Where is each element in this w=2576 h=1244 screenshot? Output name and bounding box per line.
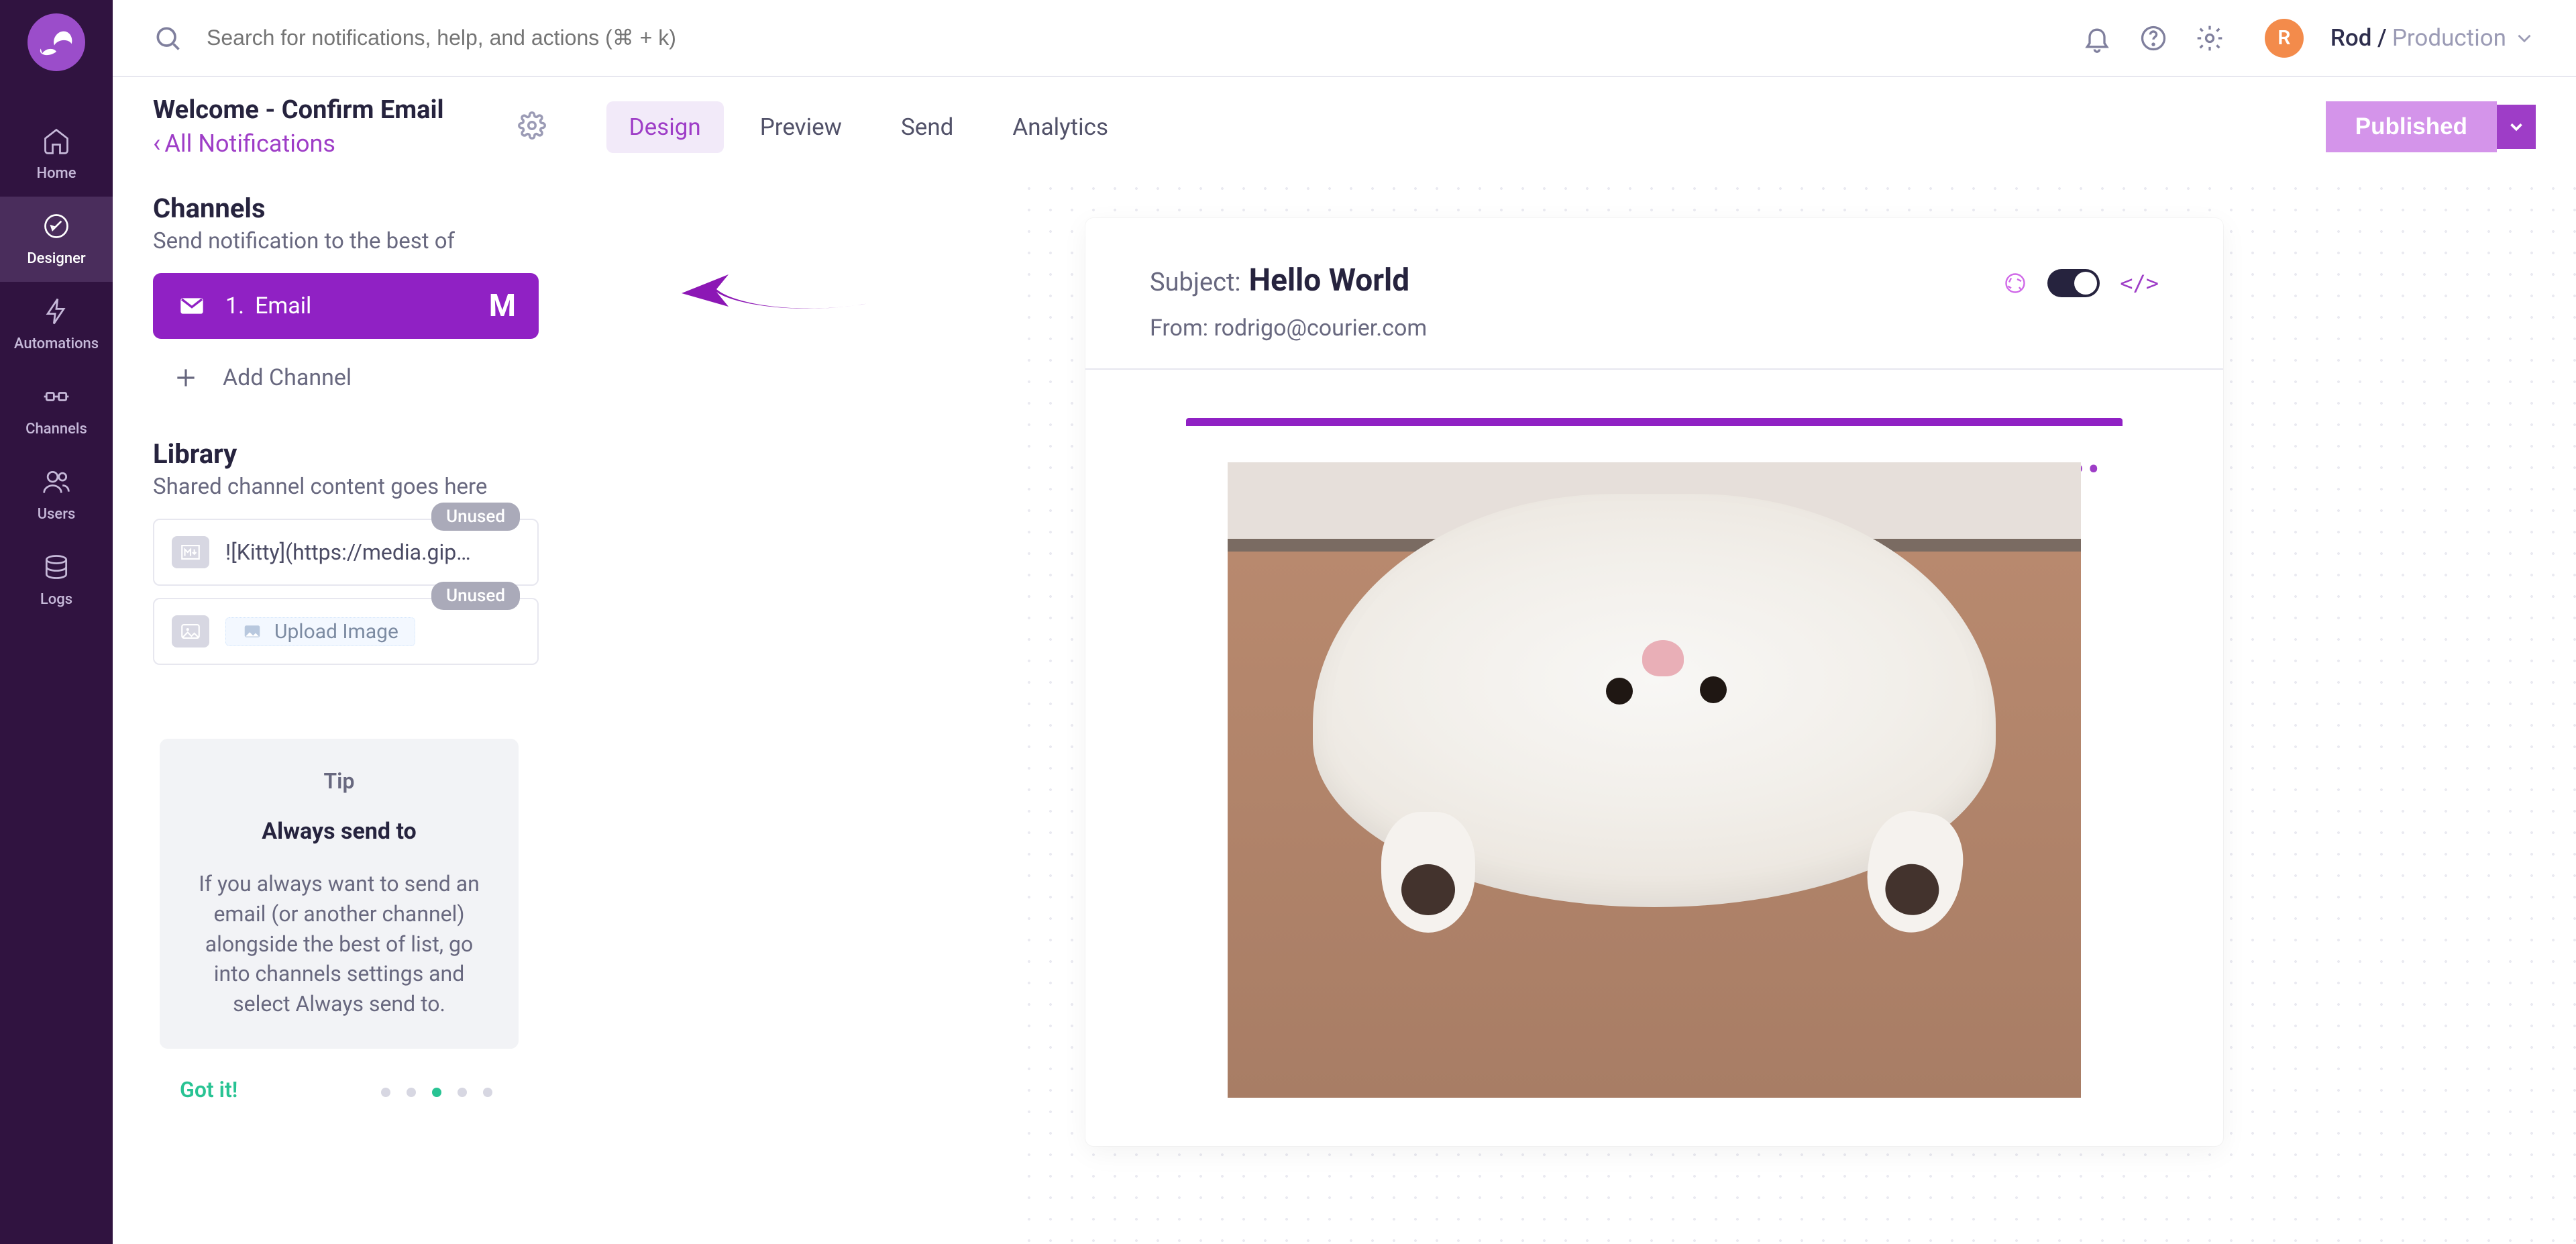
- search-input[interactable]: [207, 25, 810, 50]
- unused-badge: Unused: [431, 582, 520, 610]
- library-item-markdown[interactable]: Unused ![Kitty](https://media.gip…: [153, 519, 539, 586]
- library-title: Library: [153, 438, 978, 470]
- provider-badge: M: [489, 288, 513, 324]
- brand-accent: [1186, 418, 2123, 426]
- email-body[interactable]: •••: [1085, 370, 2223, 1146]
- topbar: R Rod / Production: [113, 0, 2576, 77]
- arrow-annotation: [682, 274, 891, 315]
- search-icon: [153, 23, 182, 53]
- app-sidebar: Home Designer Automations Channels Users…: [0, 0, 113, 1244]
- breadcrumb-back[interactable]: ‹All Notifications: [153, 129, 444, 158]
- code-view-button[interactable]: </>: [2120, 270, 2159, 296]
- gear-icon[interactable]: [2195, 23, 2224, 53]
- nav-automations[interactable]: Automations: [0, 282, 113, 367]
- chevron-down-icon: [2506, 117, 2526, 137]
- subject-value[interactable]: Hello World: [1249, 262, 1410, 299]
- nav-users[interactable]: Users: [0, 452, 113, 537]
- channels-title: Channels: [153, 193, 978, 224]
- from-label: From:: [1150, 315, 1208, 342]
- channel-email[interactable]: 1. Email M: [153, 273, 539, 339]
- publish-button[interactable]: Published: [2326, 101, 2497, 152]
- nav-logs[interactable]: Logs: [0, 537, 113, 623]
- subject-label: Subject:: [1150, 268, 1241, 297]
- tab-send[interactable]: Send: [878, 101, 976, 153]
- content-image[interactable]: [1228, 462, 2081, 1098]
- chevron-down-icon: [2513, 27, 2536, 50]
- tab-preview[interactable]: Preview: [737, 101, 865, 153]
- library-subtitle: Shared channel content goes here: [153, 474, 978, 500]
- help-icon[interactable]: [2139, 23, 2168, 53]
- notification-settings-gear-icon[interactable]: [518, 111, 546, 142]
- tip-card: Tip Always send to If you always want to…: [160, 739, 519, 1049]
- page-title: Welcome - Confirm Email: [153, 95, 444, 125]
- library-item-image[interactable]: Unused Upload Image: [153, 598, 539, 665]
- tip-label: Tip: [189, 768, 489, 794]
- from-value: rodrigo@courier.com: [1214, 315, 1427, 342]
- channels-subtitle: Send notification to the best of: [153, 228, 978, 254]
- publish-dropdown[interactable]: [2497, 105, 2536, 149]
- tip-title: Always send to: [189, 818, 489, 845]
- bell-icon[interactable]: [2082, 23, 2112, 53]
- got-it-button[interactable]: Got it!: [180, 1077, 237, 1102]
- canvas[interactable]: Subject: Hello World From: rodrigo@couri…: [1018, 178, 2576, 1244]
- markdown-icon: [172, 536, 209, 568]
- tip-pagination-dots[interactable]: [381, 1088, 492, 1097]
- tip-body: If you always want to send an email (or …: [189, 869, 489, 1019]
- avatar[interactable]: R: [2265, 19, 2304, 58]
- palette-icon[interactable]: [2003, 271, 2027, 295]
- email-preview-card: Subject: Hello World From: rodrigo@couri…: [1085, 218, 2223, 1146]
- tab-design[interactable]: Design: [606, 101, 724, 153]
- email-icon: [178, 293, 205, 319]
- plus-icon: [173, 365, 199, 391]
- page-header: Welcome - Confirm Email ‹All Notificatio…: [113, 77, 2576, 178]
- channels-panel: Channels Send notification to the best o…: [113, 178, 1018, 1244]
- nav-designer[interactable]: Designer: [0, 197, 113, 282]
- user-env-switcher[interactable]: Rod / Production: [2330, 24, 2536, 52]
- image-icon: [242, 621, 262, 641]
- preview-toggle[interactable]: [2047, 269, 2100, 297]
- logo[interactable]: [28, 13, 85, 71]
- tab-analytics[interactable]: Analytics: [989, 101, 1131, 153]
- designer-tabs: Design Preview Send Analytics: [606, 101, 1131, 153]
- nav-channels[interactable]: Channels: [0, 367, 113, 452]
- image-icon: [172, 615, 209, 647]
- unused-badge: Unused: [431, 503, 520, 531]
- nav-home[interactable]: Home: [0, 111, 113, 197]
- add-channel-button[interactable]: Add Channel: [153, 339, 978, 425]
